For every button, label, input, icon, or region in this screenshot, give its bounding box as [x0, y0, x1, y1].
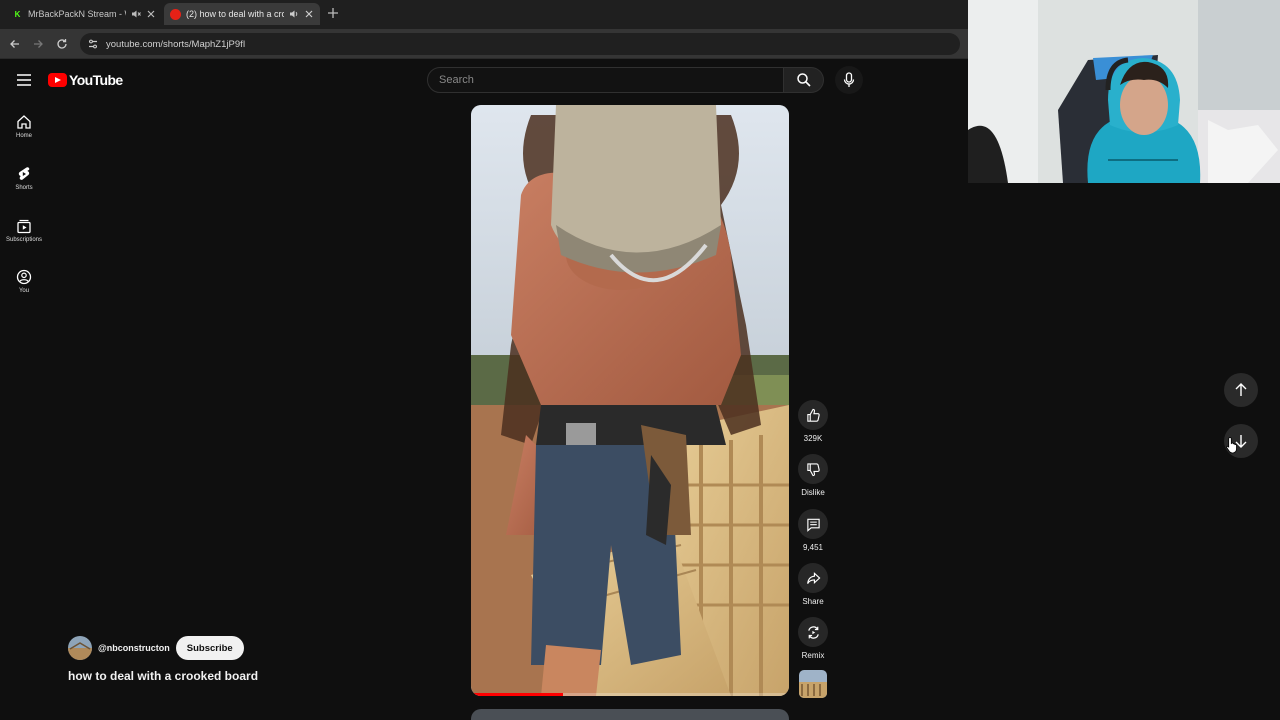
- previous-short-button[interactable]: [1224, 373, 1258, 407]
- forward-icon[interactable]: [31, 37, 45, 51]
- url-text: youtube.com/shorts/MaphZ1jP9fI: [106, 38, 246, 50]
- back-icon[interactable]: [8, 37, 22, 51]
- you-icon: [16, 269, 32, 285]
- address-bar[interactable]: youtube.com/shorts/MaphZ1jP9fI: [80, 33, 960, 55]
- thumbs-down-icon: [806, 462, 820, 476]
- like-count: 329K: [803, 434, 823, 443]
- hand-cursor-icon: [1226, 437, 1237, 454]
- share-button[interactable]: [798, 563, 828, 593]
- site-settings-icon[interactable]: [86, 37, 100, 51]
- streamer-webcam: [968, 0, 1280, 183]
- audio-track-thumbnail[interactable]: [799, 670, 827, 698]
- guide-label: Subscriptions: [5, 237, 43, 243]
- muted-speaker-icon[interactable]: [131, 9, 141, 19]
- comments-button[interactable]: [798, 509, 828, 539]
- channel-handle[interactable]: @nbconstructon: [98, 643, 170, 653]
- browser-tab-kick[interactable]: K MrBackPackN Stream - Wa: [6, 3, 162, 25]
- search-icon: [796, 73, 811, 87]
- share-icon: [806, 571, 820, 584]
- guide-label: Shorts: [15, 185, 33, 191]
- browser-tab-bar: K MrBackPackN Stream - Wa (2) how to dea…: [0, 0, 968, 29]
- guide-item-shorts[interactable]: Shorts: [0, 166, 48, 191]
- guide-label: You: [18, 288, 30, 294]
- dislike-label: Dislike: [801, 488, 825, 497]
- tab-title: MrBackPackN Stream - Wa: [28, 9, 126, 19]
- kick-icon: K: [14, 9, 21, 19]
- video-progress-track[interactable]: [471, 693, 789, 696]
- youtube-icon: [170, 8, 181, 20]
- home-icon: [17, 115, 31, 129]
- arrow-up-icon: [1235, 383, 1247, 396]
- guide-item-you[interactable]: You: [0, 269, 48, 294]
- youtube-logo[interactable]: YouTube: [48, 72, 123, 88]
- thumbs-up-icon: [806, 408, 820, 422]
- browser-tab-youtube[interactable]: (2) how to deal with a crooked: [164, 3, 320, 25]
- video-frame: [471, 105, 789, 696]
- reload-icon[interactable]: [55, 37, 69, 51]
- shorts-icon: [18, 167, 30, 180]
- guide-label: Home: [15, 133, 32, 139]
- next-short-preview[interactable]: [471, 709, 789, 720]
- guide-item-subscriptions[interactable]: Subscriptions: [0, 218, 48, 243]
- share-label: Share: [802, 597, 824, 606]
- like-button[interactable]: [798, 400, 828, 430]
- subscribe-button[interactable]: Subscribe: [175, 636, 244, 660]
- tab-title: (2) how to deal with a crooked: [186, 9, 284, 19]
- search-input[interactable]: [439, 74, 783, 86]
- remix-button[interactable]: [798, 617, 828, 647]
- comments-action[interactable]: 9,451: [797, 509, 829, 552]
- sound-thumbnail-image: [799, 670, 827, 698]
- dislike-button[interactable]: [798, 454, 828, 484]
- close-tab-icon[interactable]: [304, 9, 314, 19]
- close-tab-icon[interactable]: [146, 9, 156, 19]
- video-progress-fill: [471, 693, 564, 696]
- avatar-image: [68, 636, 92, 660]
- channel-avatar[interactable]: [68, 636, 92, 660]
- speaker-icon[interactable]: [289, 9, 299, 19]
- subscriptions-icon: [17, 219, 31, 234]
- youtube-play-icon: [48, 73, 67, 87]
- hamburger-menu-icon[interactable]: [14, 71, 34, 89]
- microphone-icon: [843, 72, 855, 87]
- search-button[interactable]: [784, 67, 824, 93]
- shorts-video-player[interactable]: [471, 105, 789, 696]
- webcam-image: [968, 0, 1280, 183]
- short-title: how to deal with a crooked board: [68, 669, 259, 683]
- share-action[interactable]: Share: [797, 563, 829, 606]
- dislike-action[interactable]: Dislike: [797, 454, 829, 497]
- remix-icon: [807, 625, 819, 639]
- remix-label: Remix: [801, 651, 825, 660]
- remix-action[interactable]: Remix: [797, 617, 829, 660]
- logo-wordmark: YouTube: [69, 72, 123, 88]
- voice-search-button[interactable]: [835, 66, 863, 94]
- browser-toolbar: youtube.com/shorts/MaphZ1jP9fI: [0, 29, 968, 59]
- search-box: [427, 67, 784, 93]
- guide-item-home[interactable]: Home: [0, 114, 48, 139]
- new-tab-icon[interactable]: [326, 6, 340, 20]
- comment-icon: [806, 518, 820, 532]
- channel-row: @nbconstructon Subscribe: [68, 636, 244, 660]
- comment-count: 9,451: [802, 543, 824, 552]
- like-action[interactable]: 329K: [797, 400, 829, 443]
